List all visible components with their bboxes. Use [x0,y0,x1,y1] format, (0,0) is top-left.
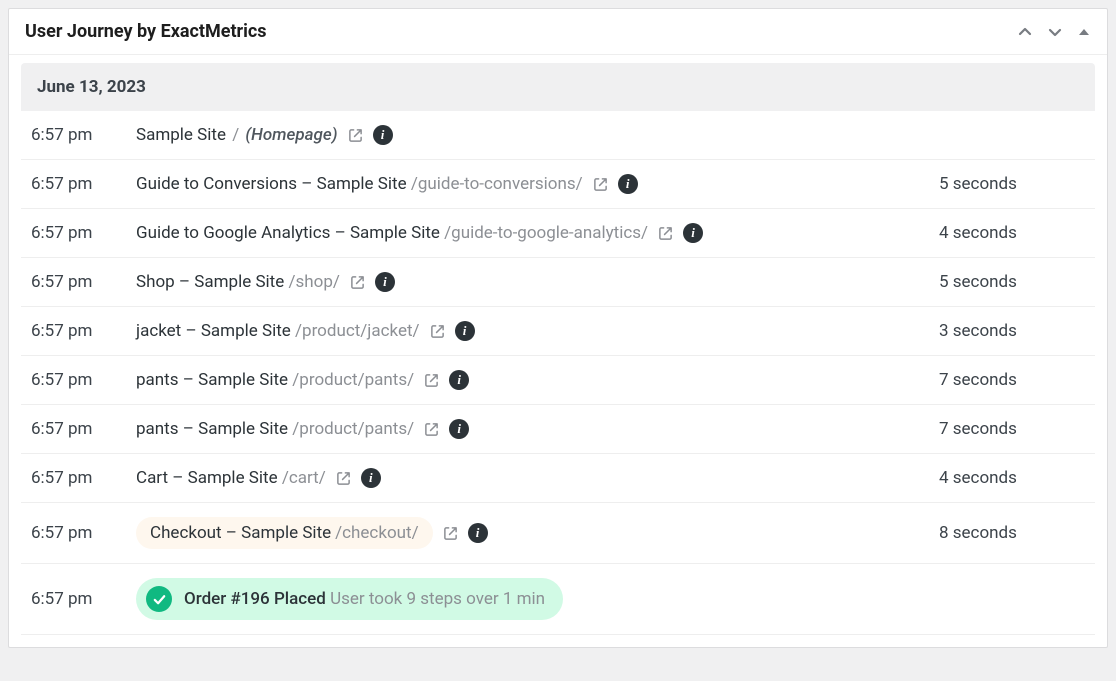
external-link-icon[interactable] [336,471,351,486]
external-link-icon[interactable] [430,324,445,339]
row-content: pants – Sample Site /product/pants/i [136,419,919,439]
row-title: jacket – Sample Site [136,321,291,341]
journey-row: 6:57 pmGuide to Conversions – Sample Sit… [21,160,1095,209]
row-path: (Homepage) [245,125,337,145]
row-content: Sample Site / (Homepage) i [136,125,919,145]
row-title: pants – Sample Site [136,419,288,439]
info-icon[interactable]: i [449,370,469,390]
row-content: Cart – Sample Site /cart/i [136,468,919,488]
row-content: pants – Sample Site /product/pants/i [136,370,919,390]
success-pill: Order #196 Placed User took 9 steps over… [136,578,563,620]
row-duration: 4 seconds [919,468,1079,488]
row-path: /product/jacket/ [295,321,420,341]
row-path: /guide-to-conversions/ [411,174,583,194]
row-time: 6:57 pm [21,370,136,390]
journey-row: 6:57 pmShop – Sample Site /shop/i5 secon… [21,258,1095,307]
order-meta-text: User took 9 steps over 1 min [330,589,545,609]
external-link-icon[interactable] [424,373,439,388]
row-time: 6:57 pm [21,523,136,543]
date-header: June 13, 2023 [21,63,1095,111]
info-icon[interactable]: i [373,125,393,145]
info-icon[interactable]: i [468,523,488,543]
row-title: Shop – Sample Site [136,272,284,292]
external-link-icon[interactable] [593,177,608,192]
external-link-icon[interactable] [443,526,458,541]
row-title: Guide to Google Analytics – Sample Site [136,223,440,243]
row-title: Guide to Conversions – Sample Site [136,174,407,194]
journey-row: 6:57 pmjacket – Sample Site /product/jac… [21,307,1095,356]
row-path: /checkout/ [335,523,418,543]
row-content: Shop – Sample Site /shop/i [136,272,919,292]
row-content: Checkout – Sample Site /checkout/ i [136,517,919,549]
row-path: /cart/ [282,468,326,488]
row-content: Guide to Conversions – Sample Site /guid… [136,174,919,194]
row-duration: 3 seconds [919,321,1079,341]
collapse-toggle-icon[interactable] [1077,25,1091,39]
row-content: Guide to Google Analytics – Sample Site … [136,223,919,243]
row-duration: 7 seconds [919,370,1079,390]
journey-row: 6:57 pmGuide to Google Analytics – Sampl… [21,209,1095,258]
info-icon[interactable]: i [449,419,469,439]
chevron-up-icon[interactable] [1017,24,1033,40]
info-icon[interactable]: i [375,272,395,292]
row-title: Checkout – Sample Site [150,523,331,543]
external-link-icon[interactable] [350,275,365,290]
row-duration: 5 seconds [919,272,1079,292]
row-content: Order #196 Placed User took 9 steps over… [136,578,919,620]
external-link-icon[interactable] [424,422,439,437]
row-time: 6:57 pm [21,174,136,194]
row-title: Cart – Sample Site [136,468,278,488]
checkout-pill: Checkout – Sample Site /checkout/ [136,517,433,549]
journey-row: 6:57 pmSample Site / (Homepage) i [21,111,1095,160]
row-time: 6:57 pm [21,589,136,609]
panel-header: User Journey by ExactMetrics [9,9,1107,55]
row-time: 6:57 pm [21,468,136,488]
order-placed-text: Order #196 Placed [184,589,326,609]
row-title: pants – Sample Site [136,370,288,390]
journey-row: 6:57 pmpants – Sample Site /product/pant… [21,356,1095,405]
info-icon[interactable]: i [455,321,475,341]
row-duration: 8 seconds [919,523,1079,543]
external-link-icon[interactable] [658,226,673,241]
external-link-icon[interactable] [348,128,363,143]
checkmark-icon [146,586,172,612]
row-time: 6:57 pm [21,125,136,145]
row-time: 6:57 pm [21,321,136,341]
journey-row-checkout: 6:57 pm Checkout – Sample Site /checkout… [21,503,1095,564]
panel-title: User Journey by ExactMetrics [25,21,267,42]
row-duration: 4 seconds [919,223,1079,243]
row-title: Sample Site [136,125,226,145]
user-journey-panel: User Journey by ExactMetrics June 13, 20… [8,8,1108,648]
row-time: 6:57 pm [21,223,136,243]
row-path: /shop/ [288,272,339,292]
journey-row: 6:57 pmpants – Sample Site /product/pant… [21,405,1095,454]
row-path: /product/pants/ [292,370,414,390]
chevron-down-icon[interactable] [1047,24,1063,40]
separator: / [232,125,239,145]
row-duration: 7 seconds [919,419,1079,439]
row-duration: 5 seconds [919,174,1079,194]
panel-actions [1017,24,1091,40]
journey-row-success: 6:57 pm Order #196 Placed User took 9 st… [21,564,1095,635]
row-path: /guide-to-google-analytics/ [444,223,648,243]
info-icon[interactable]: i [683,223,703,243]
row-time: 6:57 pm [21,272,136,292]
row-path: /product/pants/ [292,419,414,439]
info-icon[interactable]: i [361,468,381,488]
journey-row: 6:57 pmCart – Sample Site /cart/i4 secon… [21,454,1095,503]
info-icon[interactable]: i [618,174,638,194]
row-content: jacket – Sample Site /product/jacket/i [136,321,919,341]
panel-body: June 13, 2023 6:57 pmSample Site / (Home… [9,63,1107,647]
row-time: 6:57 pm [21,419,136,439]
